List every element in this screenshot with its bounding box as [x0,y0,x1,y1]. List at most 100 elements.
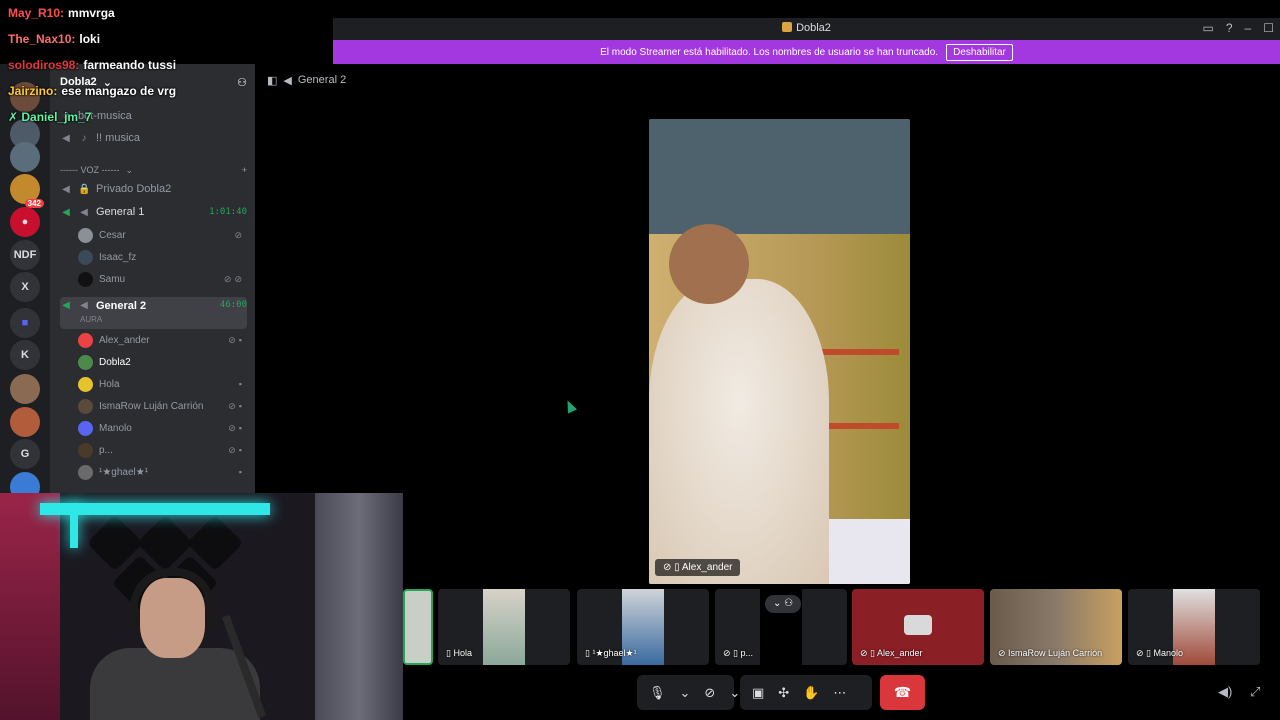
participant-tile[interactable]: ⊘ ▯ Manolo [1128,589,1260,665]
chat-message: May_R10: mmvrga [8,6,115,20]
phone-hangup-icon: ☎ [893,684,912,700]
server-rail: 342 ● NDF X ■ K G [0,64,50,502]
voice-user[interactable]: IsmaRow Luján Carrión ⊘▪ [78,396,245,416]
avatar [78,249,93,265]
more-icon[interactable]: ⋯ [833,685,846,701]
video-name-tag: ⊘ ▯ Alex_ander [655,559,741,576]
chat-message: The_Nax10: loki [8,32,101,46]
voice-user[interactable]: Dobla2 [78,352,245,372]
voice-user[interactable]: Isaac_fz [78,247,245,267]
server-k[interactable]: K [10,340,40,370]
server-icon[interactable] [10,374,40,404]
expand-participants-button[interactable]: ⌄ ⚇ [765,595,801,613]
activities-icon[interactable]: ✣ [778,685,789,701]
voice-channel-privado[interactable]: ◀ 🔒 Privado Dobla2 [60,179,247,199]
server-ndf[interactable]: NDF [10,240,40,270]
server-g[interactable]: G [10,439,40,469]
chevron-down-icon[interactable]: ⌄ [729,685,740,701]
speaker-icon: ◀ [62,183,70,195]
minimize-button[interactable]: – [1245,21,1252,35]
help-icon[interactable]: ? [1226,21,1233,35]
server-icon[interactable] [10,142,40,172]
channel-sidebar: Dobla2 ⌄ ⚇ # bot-musica ◀ ♪!! musica ------ … [50,64,255,494]
volume-icon[interactable]: ◀) [1218,684,1232,700]
avatar [78,398,93,414]
fullscreen-icon[interactable]: ⤢ [1250,684,1260,700]
participant-tile[interactable]: ⌄ ⚇ ⊘ ▯ p... [715,589,847,665]
mute-icon: ⊘ [234,229,245,240]
screen-share-icon[interactable]: ▣ [752,685,764,701]
avatar [78,332,93,348]
streamer-webcam [0,493,403,720]
channel-musica[interactable]: ◀ ♪!! musica [60,128,247,148]
avatar [78,354,93,370]
mute-icon: ⊘ ▯ [663,562,682,573]
disconnect-button[interactable]: ☎ [880,675,925,710]
chevron-down-icon: ⌄ [125,164,134,175]
chat-message: ✗ Daniel_jm_7 [8,110,95,124]
chat-username: solodiros98: [8,58,80,72]
voice-user[interactable]: Alex_ander ⊘▪ [78,330,245,350]
voice-user[interactable]: p... ⊘▪ [78,440,245,460]
folder-icon[interactable]: ■ [10,308,40,338]
mute-deafen-icon: ⊘⊘ [223,273,245,284]
voice-channel-general-2[interactable]: ◀ ◀ General 2 46:00 [60,297,247,329]
speaker-icon: ◀ [62,132,70,144]
window-title: Dobla2 [333,22,1280,34]
voice-timer: 1:01:40 [209,207,247,217]
speaker-icon: ◀ [283,75,292,87]
avatar [78,442,93,458]
spiderman-server-icon[interactable]: ● [10,207,40,237]
avatar [78,464,93,480]
soundboard-icon[interactable]: ✋ [803,685,819,701]
microphone-icon[interactable]: 🎙 [649,685,666,701]
window-controls: ▭ ? – ☐ [1203,21,1274,35]
avatar [78,420,93,436]
speaker-icon: ◀ [80,300,88,311]
participant-tile[interactable]: ▯ Hola [438,589,570,665]
banner-text: El modo Streamer está habilitado. Los no… [600,46,939,58]
voice-category[interactable]: ------ VOZ ------ ⌄ + [60,160,247,180]
voice-user[interactable]: Hola ▪ [78,374,245,394]
camera-off-icon[interactable]: ⊘ [704,685,715,701]
title-bar: Dobla2 ▭ ? – ☐ [333,18,1280,40]
add-channel-icon[interactable]: + [242,165,247,175]
mute-camera-icon: ⊘▪ [228,444,245,455]
camera-icon: ▪ [238,379,245,389]
chat-username: Daniel_jm_7 [21,110,92,124]
speaker-icon: ◀ [80,206,88,218]
chat-username: Jairzino: [8,84,58,98]
mute-camera-icon: ⊘▪ [228,422,245,433]
server-icon[interactable] [10,407,40,437]
app-logo-icon [782,22,793,32]
avatar [78,376,93,392]
chat-message: Jairzino: ese mangazo de vrg [8,84,177,98]
voice-user[interactable]: Manolo ⊘▪ [78,418,245,438]
focused-video[interactable]: ⊘ ▯ Alex_ander [649,119,910,584]
participant-tile[interactable] [403,589,433,665]
voice-user[interactable]: ¹★ghael★¹ ▪ [78,462,245,482]
inbox-icon[interactable]: ▭ [1203,21,1214,35]
server-x[interactable]: X [10,272,40,302]
sidebar-toggle-icon[interactable]: ◧ [267,74,277,87]
voice-channel-general-1[interactable]: ◀ ◀ General 1 1:01:40 [60,202,247,222]
maximize-button[interactable]: ☐ [1263,21,1274,35]
camera-icon: ▪ [238,467,245,477]
mic-camera-controls: 🎙 ⌄ ⊘ ⌄ [637,675,740,710]
camera-icon [904,615,932,635]
chevron-down-icon[interactable]: ⌄ [680,685,691,701]
voice-user[interactable]: Samu ⊘⊘ [78,269,245,289]
participant-tile[interactable]: ⊘ IsmaRow Luján Carrión [990,589,1122,665]
disable-streamer-button[interactable]: Deshabilitar [946,43,1013,61]
participant-tile[interactable]: ▯ ¹★ghael★¹ [577,589,709,665]
add-member-icon[interactable]: ⚇ [237,76,247,89]
server-icon[interactable]: 342 [10,174,44,208]
active-voice-icon: ◀ [62,300,70,311]
voice-user[interactable]: Cesar ⊘ [78,225,245,245]
participant-tile[interactable]: ⊘ ▯ Alex_ander [852,589,984,665]
active-voice-icon: ◀ [62,206,70,218]
voice-timer: 46:00 [219,300,247,310]
chat-username: May_R10: [8,6,65,20]
channel-header: ◧ ◀ General 2 [267,74,347,87]
streamer-mode-banner: El modo Streamer está habilitado. Los no… [333,40,1280,64]
